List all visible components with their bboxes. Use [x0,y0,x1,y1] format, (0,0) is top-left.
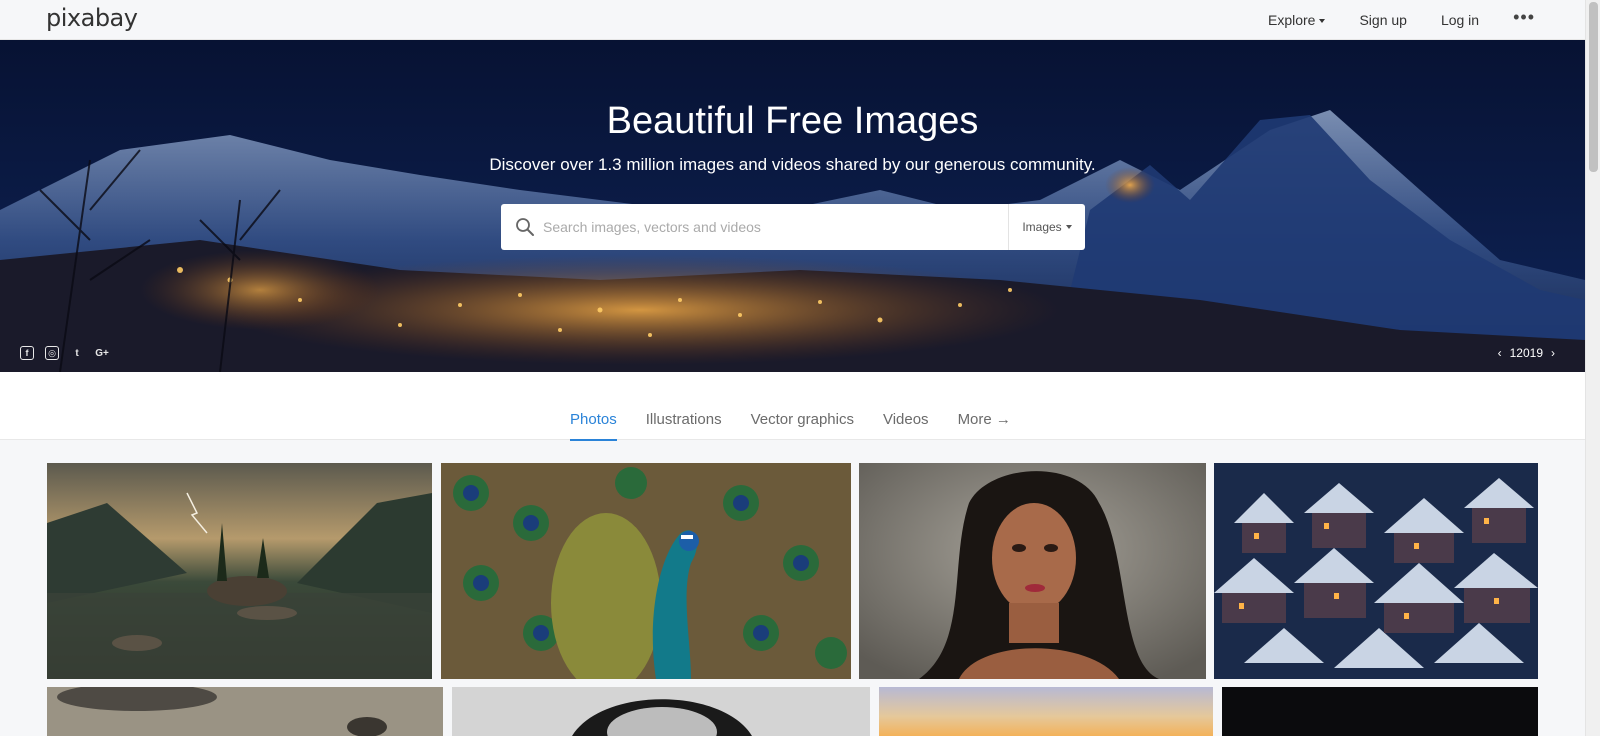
signup-link[interactable]: Sign up [1359,12,1406,28]
chevron-right-icon[interactable]: › [1551,346,1555,360]
image-tile-dark-scene[interactable] [1222,687,1538,736]
image-tile-woman-portrait[interactable] [859,463,1206,679]
pixabay-logo[interactable]: pixabay [46,4,138,32]
chevron-down-icon [1065,225,1072,229]
login-link[interactable]: Log in [1441,12,1479,28]
mountain-lake-image [47,463,432,679]
twitter-icon[interactable]: t [70,346,84,360]
search-bar: Images [501,204,1085,250]
search-input[interactable] [543,204,1003,250]
tab-vector-graphics[interactable]: Vector graphics [751,372,854,440]
tab-photos[interactable]: Photos [570,372,617,441]
image-tile-sunset-sky[interactable] [879,687,1213,736]
search-icon[interactable] [515,217,535,237]
dark-scene-image [1222,687,1538,736]
nav-links: Explore Sign up Log in ••• [1268,0,1535,40]
hero-banner: Beautiful Free Images Discover over 1.3 … [0,40,1585,372]
snowy-village-image [1214,463,1538,679]
facebook-icon[interactable]: f [20,346,34,360]
cloudy-landscape-image [47,687,443,736]
chevron-left-icon[interactable]: ‹ [1498,346,1502,360]
top-navbar: pixabay Explore Sign up Log in ••• [0,0,1585,40]
explore-menu[interactable]: Explore [1267,12,1326,28]
hero-title: Beautiful Free Images [606,100,979,142]
tab-illustrations[interactable]: Illustrations [646,372,722,440]
search-type-dropdown[interactable]: Images [1008,204,1085,250]
search-type-label: Images [1022,220,1062,234]
google-plus-icon[interactable]: G+ [95,346,109,360]
image-tile-snowy-village[interactable] [1214,463,1538,679]
media-type-tabs: Photos Illustrations Vector graphics Vid… [0,372,1585,441]
image-tile-cloudy-landscape[interactable] [47,687,443,736]
scrollbar-thumb[interactable] [1589,2,1598,172]
social-links: f ◎ t G+ [20,346,109,360]
more-options-icon[interactable]: ••• [1513,7,1535,28]
image-tile-peacock[interactable] [441,463,851,679]
bw-portrait-image [452,687,870,736]
woman-portrait-image [859,463,1206,679]
page-scrollbar[interactable] [1585,0,1600,736]
sunset-sky-image [879,687,1213,736]
peacock-image [441,463,851,679]
image-tile-bw-portrait[interactable] [452,687,870,736]
chevron-down-icon [1319,19,1326,24]
hero-credit-label[interactable]: 12019 [1510,346,1543,360]
hero-credit: ‹ 12019 › [1498,346,1555,360]
tab-more[interactable]: More → [958,372,1011,440]
tab-videos[interactable]: Videos [883,372,929,440]
hero-subtitle: Discover over 1.3 million images and vid… [489,155,1096,174]
explore-label: Explore [1267,12,1316,28]
image-tile-mountain-lake[interactable] [47,463,432,679]
instagram-icon[interactable]: ◎ [45,346,59,360]
